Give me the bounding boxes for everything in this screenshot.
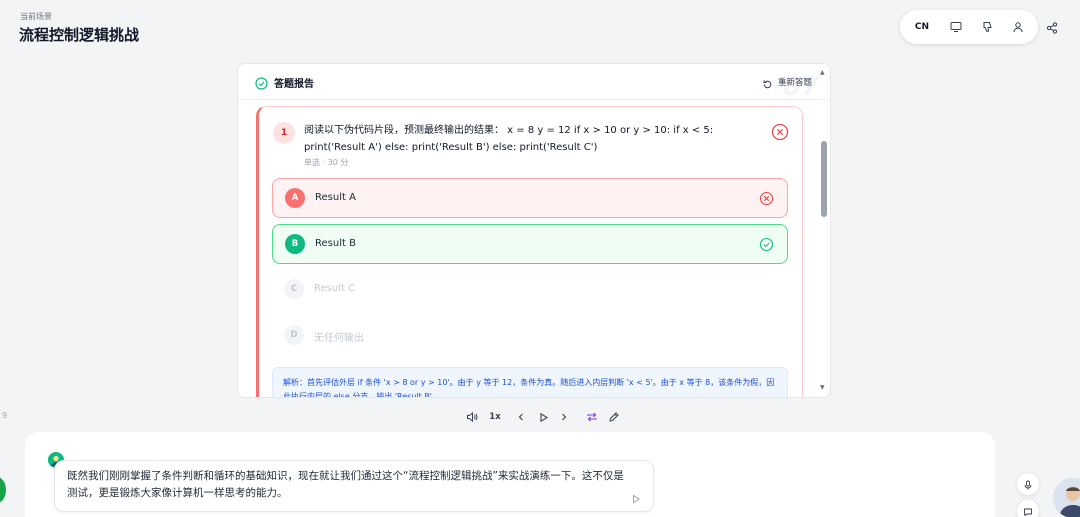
scroll-thumb[interactable]: [821, 141, 827, 217]
message-button[interactable]: [1017, 500, 1039, 517]
chat-message: 既然我们刚刚掌握了条件判断和循环的基础知识，现在就让我们通过这个“流程控制逻辑挑…: [54, 460, 654, 512]
wrong-icon: [759, 191, 774, 206]
header-bar: 当前场景 流程控制逻辑挑战 CN: [0, 0, 1080, 62]
retry-button[interactable]: 重新答题: [778, 76, 812, 88]
monitor-icon[interactable]: [948, 19, 964, 35]
option-text: Result A: [315, 192, 356, 203]
report-header: 答题报告 07 重新答题: [238, 64, 830, 102]
answer-report-panel: 答题报告 07 重新答题 1 阅读以下伪代码片段，预测最终输出的结果： x = …: [237, 63, 831, 398]
question-meta: 单选 · 30 分: [304, 158, 349, 167]
page-title: 流程控制逻辑挑战: [19, 26, 140, 44]
user-icon[interactable]: [1010, 19, 1026, 35]
left-avatar: [0, 477, 6, 503]
option-text: Result C: [314, 283, 356, 294]
pen-icon[interactable]: [606, 409, 622, 425]
repeat-icon[interactable]: [584, 409, 600, 425]
scene-label: 当前场景: [20, 12, 52, 21]
side-number: 9: [2, 411, 8, 420]
option-a[interactable]: A Result A: [272, 178, 788, 218]
option-b[interactable]: B Result B: [272, 224, 788, 264]
wrong-icon: [771, 123, 789, 141]
share-icon[interactable]: [1046, 19, 1062, 35]
language-button[interactable]: CN: [913, 19, 931, 35]
retry-icon[interactable]: [762, 75, 773, 89]
question-card: 1 阅读以下伪代码片段，预测最终输出的结果： x = 8 y = 12 if x…: [256, 106, 803, 397]
microphone-button[interactable]: [1017, 473, 1039, 495]
option-text: 无任何输出: [314, 333, 364, 344]
option-text: Result B: [315, 238, 356, 249]
playback-controls: 1x: [460, 407, 630, 427]
option-letter: A: [285, 188, 305, 208]
option-letter: D: [284, 325, 304, 345]
option-d[interactable]: D 无任何输出: [272, 316, 788, 356]
report-title: 答题报告: [274, 79, 314, 90]
option-letter: C: [284, 279, 304, 299]
option-c[interactable]: C Result C: [272, 270, 788, 310]
scrollbar[interactable]: ▲ ▼: [818, 66, 828, 396]
question-number: 1: [273, 122, 295, 144]
scroll-down-icon[interactable]: ▼: [820, 384, 825, 391]
scroll-up-icon[interactable]: ▲: [820, 69, 825, 76]
chevron-right-icon[interactable]: [556, 409, 572, 425]
chevron-left-icon[interactable]: [513, 409, 529, 425]
volume-icon[interactable]: [464, 409, 480, 425]
thumbs-down-icon[interactable]: [979, 19, 995, 35]
check-circle-icon: [759, 237, 774, 252]
option-letter: B: [285, 234, 305, 254]
check-circle-icon: [255, 75, 268, 90]
top-toolbar: CN: [900, 10, 1038, 44]
user-avatar[interactable]: [1053, 478, 1080, 517]
question-text: 阅读以下伪代码片段，预测最终输出的结果： x = 8 y = 12 if x >…: [304, 125, 714, 153]
microphone-icon: [1023, 475, 1033, 494]
analysis-box: 解析：首先评估外层 if 条件 'x > 8 or y > 10'。由于 y 等…: [272, 367, 788, 397]
speed-button[interactable]: 1x: [486, 409, 504, 425]
play-icon[interactable]: [535, 409, 551, 425]
chat-message-text: 既然我们刚刚掌握了条件判断和循环的基础知识，现在就让我们通过这个“流程控制逻辑挑…: [67, 470, 624, 499]
play-icon[interactable]: [631, 489, 641, 504]
message-icon: [1023, 502, 1033, 517]
